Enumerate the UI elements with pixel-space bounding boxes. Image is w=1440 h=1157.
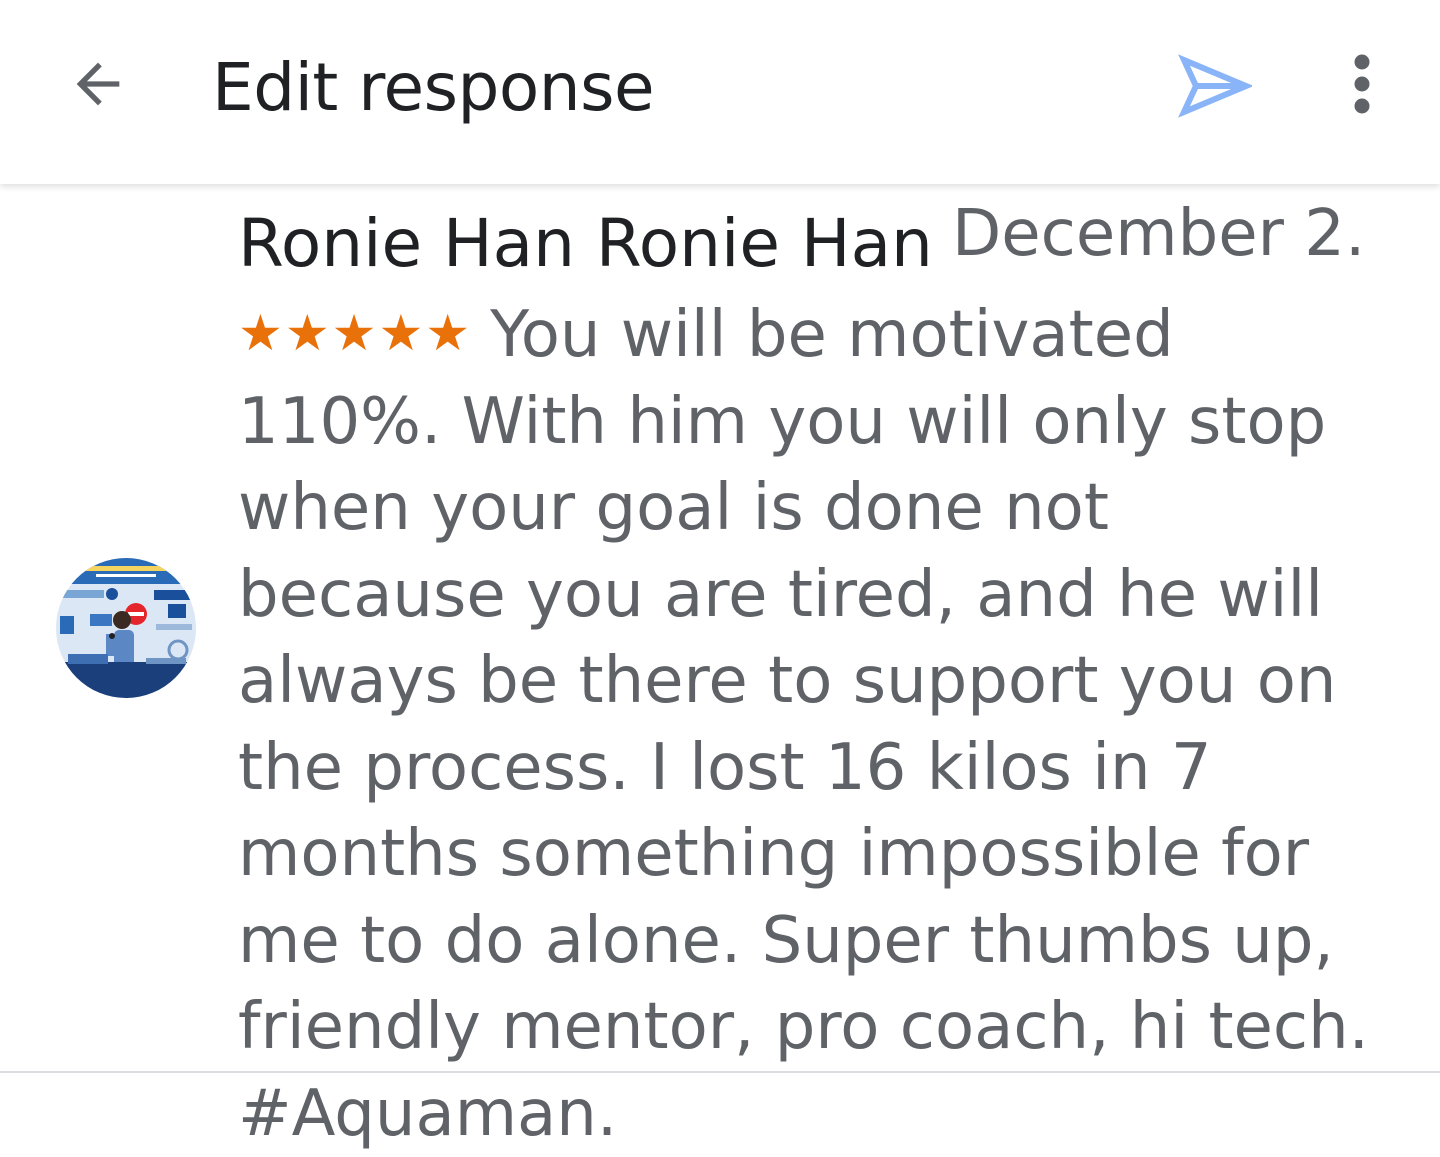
review-date: December 2...: [952, 197, 1372, 271]
divider: [0, 1071, 1440, 1073]
star-rating: ★★★★★: [238, 304, 473, 362]
review-card: Ronie Han Ronie Han December 2... ★★★★★ Y…: [0, 184, 1440, 1151]
page-title: Edit response: [212, 49, 655, 126]
more-options-button[interactable]: [1322, 46, 1402, 126]
review-text-block: ★★★★★ You will be motivated 110%. With hi…: [238, 290, 1388, 1157]
top-app-bar: Edit response: [0, 0, 1440, 184]
back-button[interactable]: [58, 50, 138, 122]
send-icon: [1178, 54, 1254, 122]
more-vert-icon: [1350, 54, 1374, 118]
review-text: You will be motivated 110%. With him you…: [238, 298, 1369, 1151]
send-button[interactable]: [1170, 48, 1260, 128]
arrow-back-icon: [66, 52, 130, 120]
reviewer-avatar[interactable]: [56, 558, 196, 698]
reviewer-name: Ronie Han Ronie Han: [238, 205, 933, 282]
